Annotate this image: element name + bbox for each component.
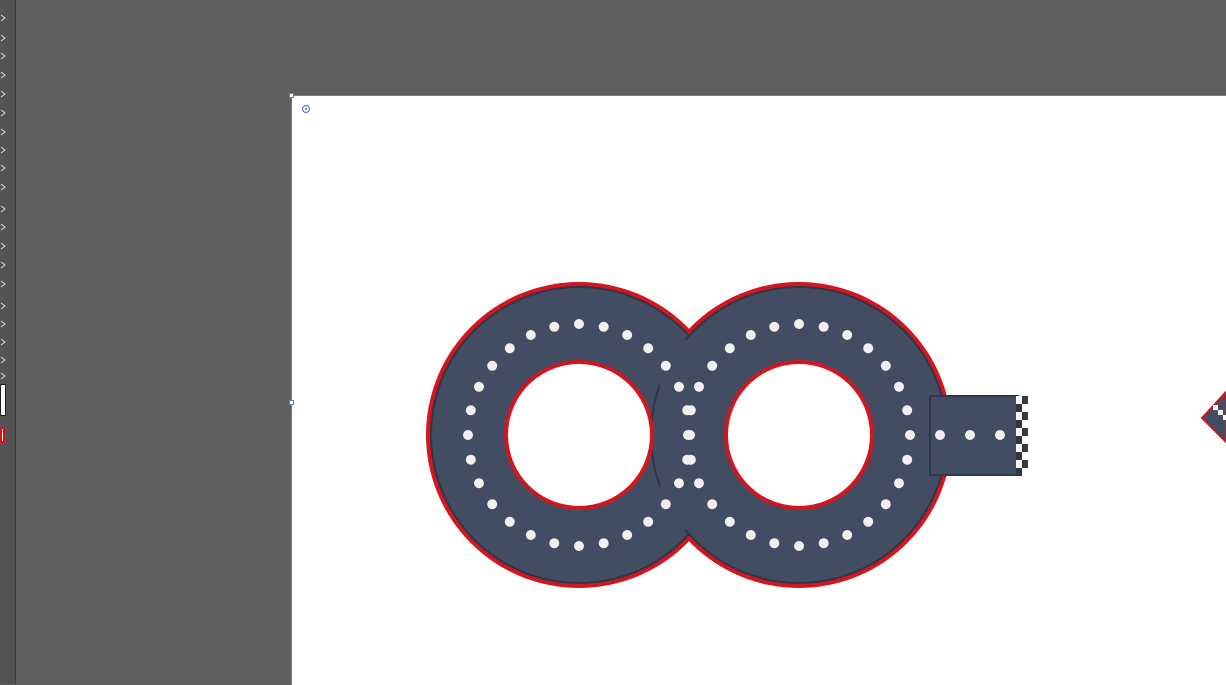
shape-builder-tool-icon[interactable]	[0, 261, 9, 270]
line-tool-icon[interactable]	[0, 109, 9, 118]
rectangle-tool-icon[interactable]	[0, 128, 9, 137]
tools-panel	[0, 0, 16, 684]
track-crossover	[660, 340, 718, 530]
artboard-origin-icon	[301, 104, 311, 114]
symbol-sprayer-tool-icon[interactable]	[0, 372, 9, 381]
free-transform-tool-icon[interactable]	[0, 242, 9, 251]
mesh-tool-icon[interactable]	[0, 302, 9, 311]
paintbrush-tool-icon[interactable]	[0, 146, 9, 155]
type-tool-icon[interactable]	[0, 90, 9, 99]
fill-color-swatch[interactable]	[0, 384, 6, 416]
perspective-grid-tool-icon[interactable]	[0, 280, 9, 289]
artboard-top-left-handle[interactable]	[289, 93, 294, 98]
stroke-color-swatch[interactable]	[0, 427, 5, 443]
scale-tool-icon[interactable]	[0, 223, 9, 232]
pen-tool-icon[interactable]	[0, 71, 9, 80]
eraser-tool-icon[interactable]	[0, 183, 9, 192]
selection-tool-icon[interactable]	[0, 14, 9, 23]
rotate-tool-icon[interactable]	[0, 205, 9, 214]
gradient-tool-icon[interactable]	[0, 320, 9, 329]
pencil-tool-icon[interactable]	[0, 164, 9, 173]
blend-tool-icon[interactable]	[0, 356, 9, 365]
artboard-left-middle-handle[interactable]	[289, 400, 294, 405]
direct-selection-tool-icon[interactable]	[0, 34, 9, 43]
magic-wand-tool-icon[interactable]	[0, 52, 9, 61]
eyedropper-tool-icon[interactable]	[0, 338, 9, 347]
